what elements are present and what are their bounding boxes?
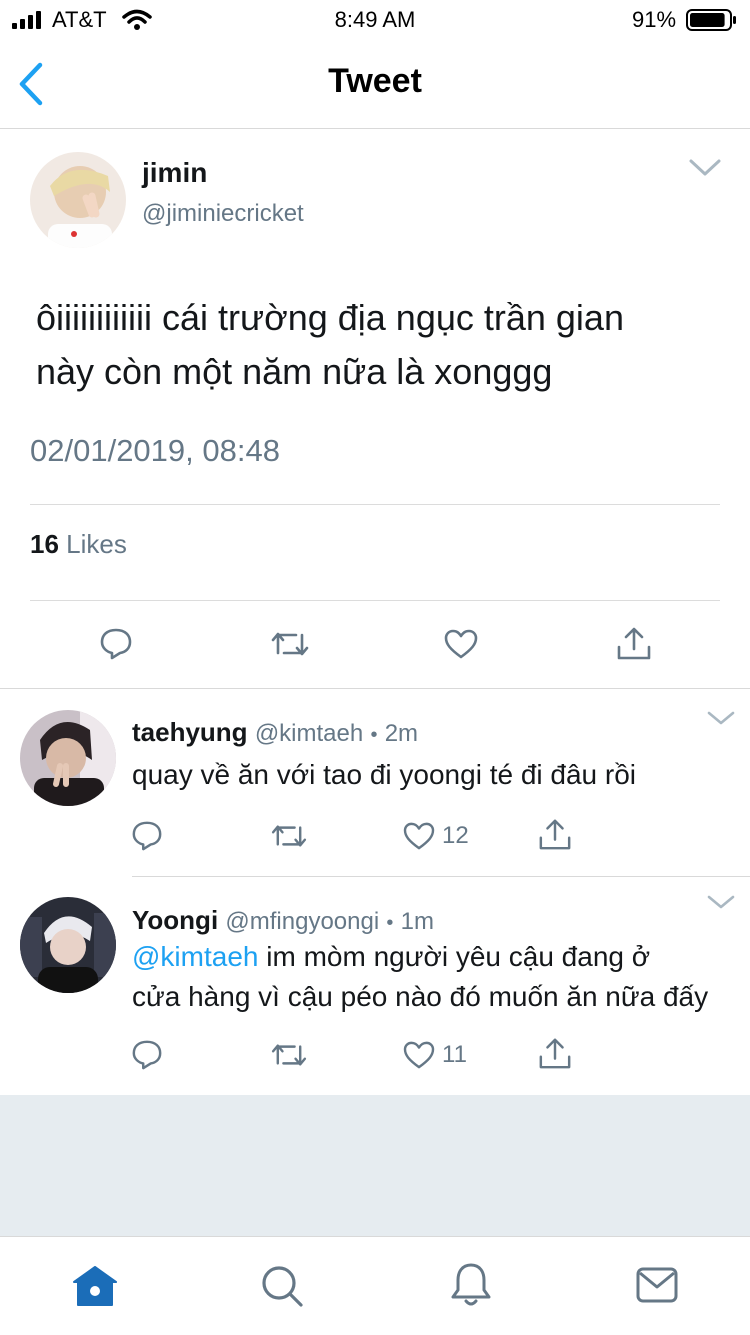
- main-tweet: jimin @jiminiecricket ôiiiiiiiiiiii cái …: [0, 129, 750, 689]
- author-handle[interactable]: @kimtaeh: [255, 720, 363, 747]
- retweet-icon[interactable]: [270, 1041, 308, 1069]
- reply-tweet[interactable]: taehyung @kimtaeh • 2m quay về ăn với ta…: [0, 689, 750, 876]
- timestamp: 02/01/2019, 08:48: [30, 433, 280, 468]
- home-icon[interactable]: [72, 1265, 118, 1312]
- reply-header: taehyung @kimtaeh • 2m: [132, 717, 418, 748]
- tweet-text-line: ôiiiiiiiiiiii cái trường địa ngục trần g…: [36, 297, 624, 338]
- divider: [30, 600, 720, 601]
- reply-icon[interactable]: [99, 627, 133, 661]
- like-count: 12: [442, 822, 469, 849]
- messages-icon[interactable]: [636, 1267, 678, 1308]
- like-icon[interactable]: [444, 629, 478, 659]
- share-icon[interactable]: [538, 1036, 572, 1070]
- reply-tweet[interactable]: Yoongi @mfingyoongi • 1m @kimtaeh im mòm…: [0, 877, 750, 1095]
- author-handle[interactable]: @jiminiecricket: [142, 200, 304, 228]
- retweet-icon[interactable]: [270, 629, 310, 659]
- battery-percent: 91%: [632, 7, 677, 32]
- tab-bar: [0, 1236, 750, 1335]
- likes-stat[interactable]: 16 Likes: [30, 529, 127, 560]
- author-handle[interactable]: @mfingyoongi: [225, 908, 379, 935]
- reply-time: 2m: [384, 720, 419, 747]
- battery-icon: [686, 9, 738, 36]
- nav-bar: Tweet: [0, 40, 750, 129]
- share-icon[interactable]: [538, 817, 572, 851]
- author-name[interactable]: jimin: [142, 157, 207, 189]
- status-bar: AT&T 8:49 AM 91%: [0, 0, 750, 40]
- reply-header: Yoongi @mfingyoongi • 1m: [132, 905, 434, 936]
- reply-text-line: im mòm người yêu cậu đang ở: [266, 941, 651, 972]
- avatar[interactable]: [20, 897, 116, 993]
- share-icon[interactable]: [616, 625, 652, 661]
- reply-text-line: cửa hàng vì cậu péo nào đó muốn ăn nữa đ…: [132, 981, 709, 1012]
- chevron-down-icon[interactable]: [706, 893, 736, 916]
- separator-dot: •: [370, 724, 378, 746]
- notifications-icon[interactable]: [450, 1261, 492, 1312]
- page-title: Tweet: [328, 62, 422, 100]
- chevron-down-icon[interactable]: [706, 709, 736, 732]
- like-icon[interactable]: [403, 1041, 435, 1069]
- author-name[interactable]: Yoongi: [132, 905, 218, 935]
- reply-icon[interactable]: [131, 820, 163, 852]
- like-icon[interactable]: [403, 822, 435, 850]
- tweet-text-line: này còn một năm nữa là xonggg: [36, 351, 553, 392]
- divider: [30, 504, 720, 505]
- likes-count: 16: [30, 529, 59, 559]
- reply-text: @kimtaeh im mòm người yêu cậu đang ở cửa…: [132, 937, 708, 1017]
- reply-text: quay về ăn với tao đi yoongi té đi đâu r…: [132, 759, 637, 790]
- avatar[interactable]: [30, 152, 126, 248]
- empty-area: [0, 1095, 750, 1236]
- separator-dot: •: [386, 912, 394, 934]
- likes-label: Likes: [66, 529, 127, 559]
- tweet-text: ôiiiiiiiiiiii cái trường địa ngục trần g…: [36, 291, 624, 399]
- search-icon[interactable]: [260, 1264, 304, 1313]
- reply-time: 1m: [400, 908, 435, 935]
- mention-link[interactable]: @kimtaeh: [132, 941, 258, 972]
- author-name[interactable]: taehyung: [132, 717, 248, 747]
- avatar[interactable]: [20, 710, 116, 806]
- like-count: 11: [442, 1041, 467, 1068]
- retweet-icon[interactable]: [270, 822, 308, 850]
- reply-icon[interactable]: [131, 1039, 163, 1071]
- chevron-down-icon[interactable]: [688, 157, 722, 184]
